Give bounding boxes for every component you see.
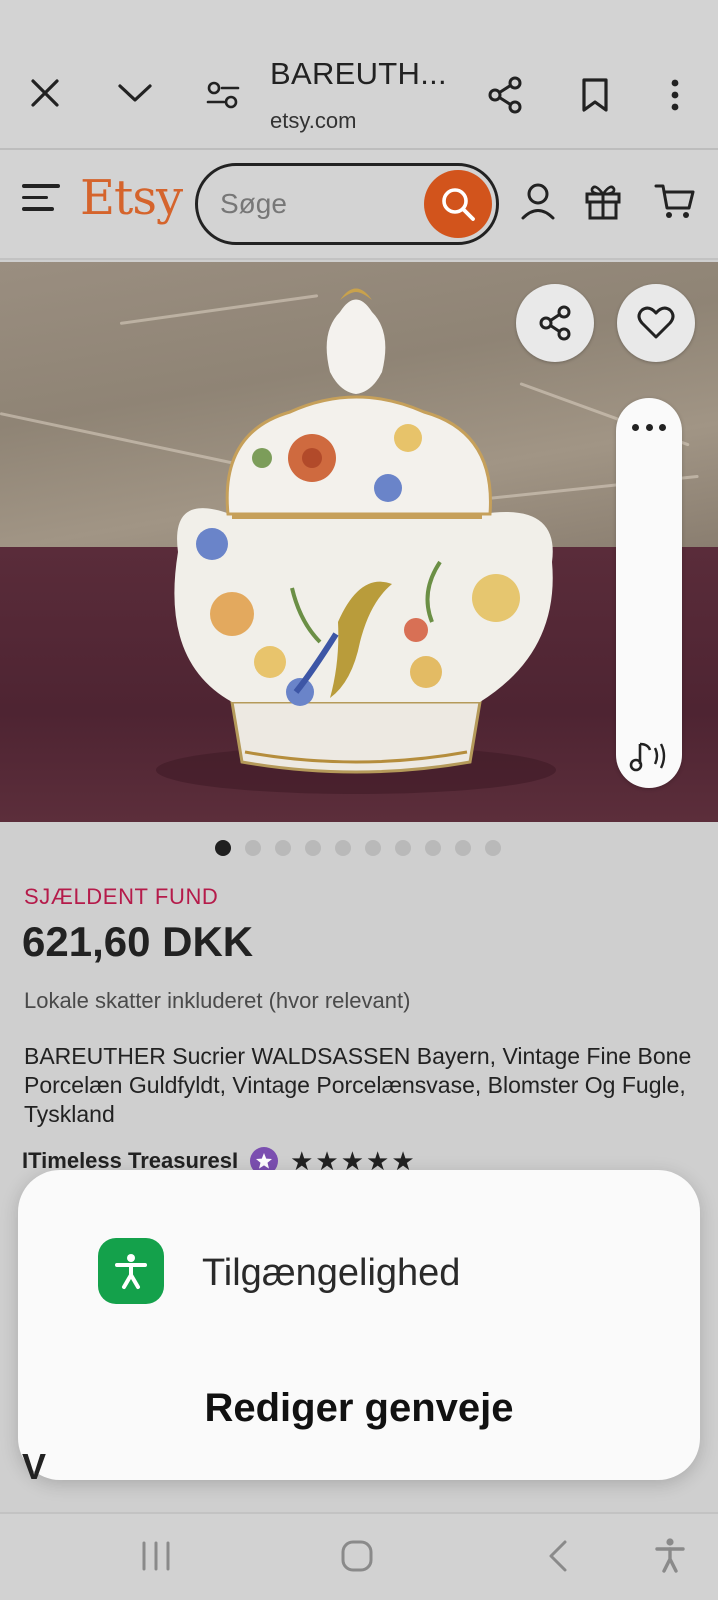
product-title: BAREUTHER Sucrier WALDSASSEN Bayern, Vin… [24,1043,692,1127]
partially-hidden-text: V [22,1446,47,1487]
share-icon [539,305,571,341]
heart-icon [637,306,675,339]
cart-icon[interactable] [652,178,698,224]
bookmark-icon[interactable] [572,72,618,118]
gallery-dot[interactable] [485,840,501,856]
menu-icon[interactable] [22,184,60,218]
accessibility-popup [18,1170,700,1480]
back-icon[interactable] [534,1532,582,1580]
account-icon[interactable] [515,178,561,224]
gift-icon[interactable] [580,178,626,224]
page-title[interactable]: BAREUTH... [270,56,447,92]
porcelain-jar-illustration [156,288,556,794]
home-icon[interactable] [333,1532,381,1580]
gallery-dot[interactable] [455,840,471,856]
rare-find-badge: SJÆLDENT FUND [24,884,219,909]
product-price: 621,60 DKK [22,918,254,965]
favorite-button[interactable] [617,284,695,362]
page-url[interactable]: etsy.com [270,108,356,134]
gallery-dot[interactable] [305,840,321,856]
gallery-dot[interactable] [365,840,381,856]
gallery-dot[interactable] [275,840,291,856]
product-image[interactable] [0,262,718,822]
share-icon[interactable] [482,72,528,118]
sound-note-icon[interactable] [628,738,672,774]
search-placeholder[interactable]: Søge [220,188,287,220]
share-image-button[interactable] [516,284,594,362]
close-tab-icon[interactable] [22,70,68,116]
site-settings-icon[interactable] [200,72,246,118]
gallery-dot[interactable] [335,840,351,856]
etsy-logo[interactable]: Etsy [80,170,183,226]
chevron-down-icon[interactable] [110,70,160,116]
gallery-dot[interactable] [245,840,261,856]
recent-apps-icon[interactable] [132,1532,180,1580]
edge-panel[interactable] [616,398,682,788]
gallery-pager[interactable] [215,840,501,856]
gallery-dot[interactable] [425,840,441,856]
more-options-icon[interactable] [652,72,698,118]
edit-shortcuts-button[interactable]: Rediger genveje [0,1386,718,1431]
gallery-dot[interactable] [395,840,411,856]
accessibility-shortcut-icon[interactable] [646,1532,694,1580]
gallery-dot[interactable] [215,840,231,856]
search-icon [442,188,475,221]
search-button[interactable] [424,170,492,238]
tax-note: Lokale skatter inkluderet (hvor relevant… [24,988,411,1013]
more-dots-icon[interactable] [632,424,666,434]
accessibility-app-icon[interactable] [98,1238,164,1304]
accessibility-option[interactable]: Tilgængelighed [202,1252,460,1295]
